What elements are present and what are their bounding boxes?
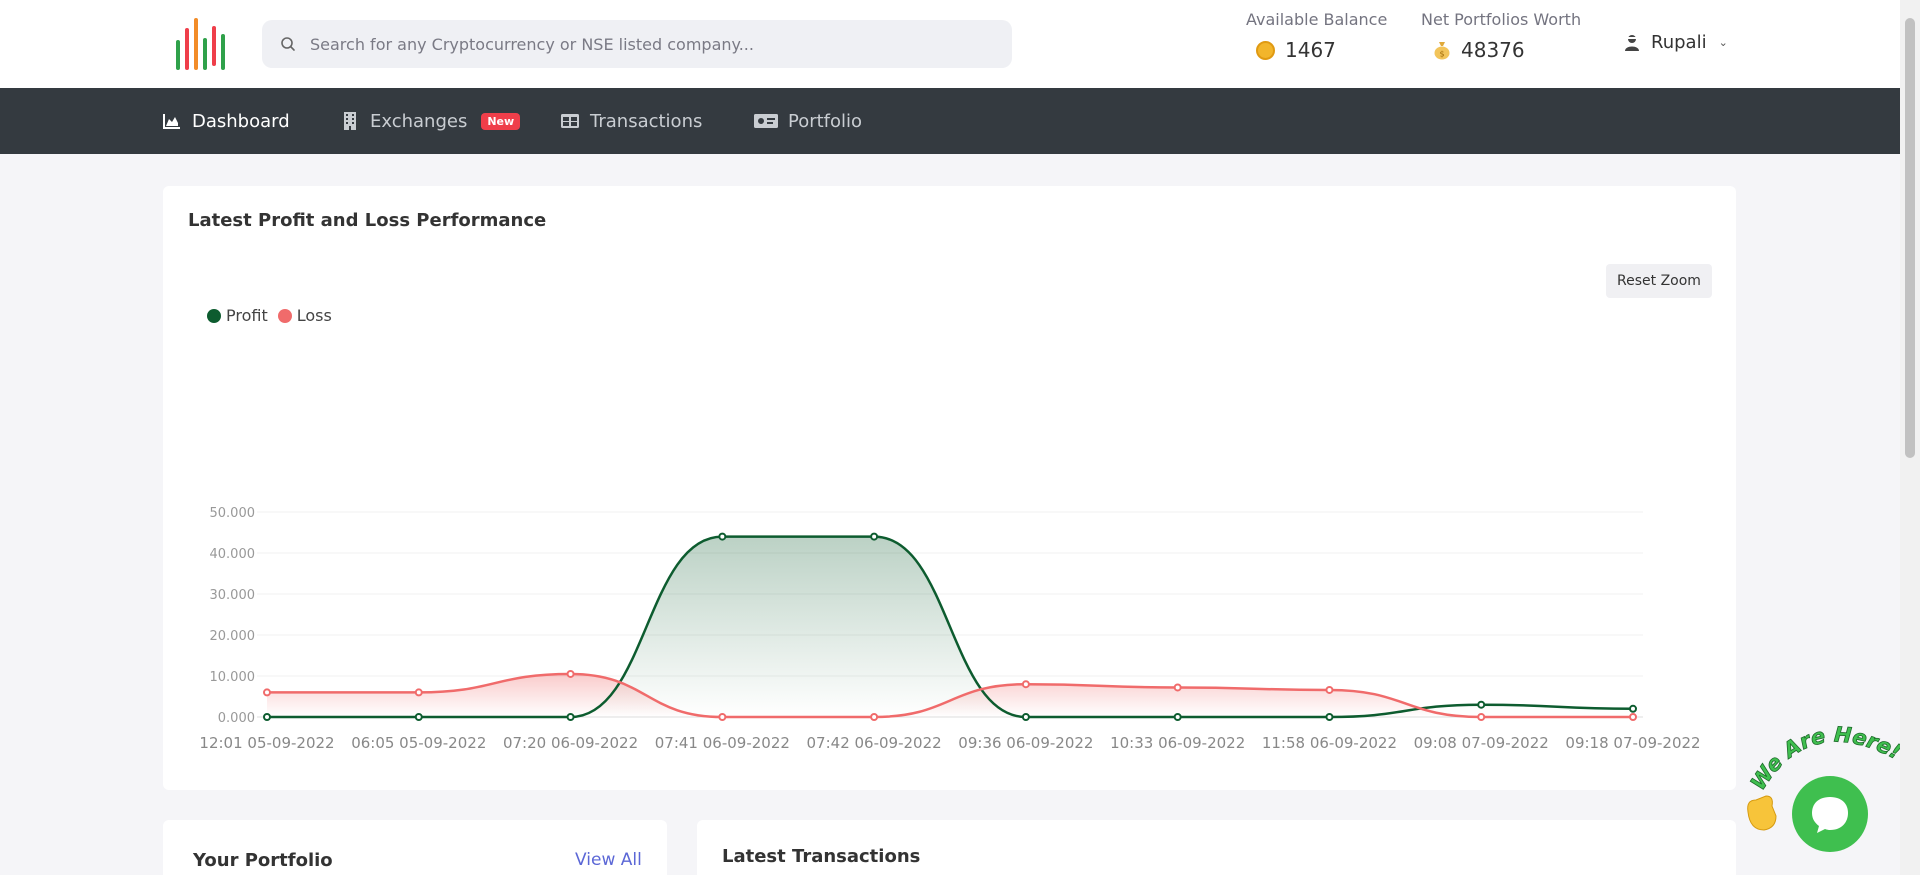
x-tick-label: 12:01 05-09-2022: [199, 734, 334, 752]
y-axis-ticks: 0.000 10.000 20.000 30.000 40.000 50.000: [210, 506, 256, 726]
portfolio-card-title: Your Portfolio: [193, 850, 333, 871]
data-point-profit[interactable]: [566, 713, 575, 721]
chevron-down-icon: ⌄: [1718, 36, 1728, 49]
nav-transactions-label: Transactions: [590, 110, 703, 132]
legend-loss-label: Loss: [296, 306, 332, 325]
new-badge: New: [481, 112, 521, 130]
user-name: Rupali: [1651, 32, 1707, 53]
x-tick-label: 10:33 06-09-2022: [1110, 734, 1245, 752]
user-icon: [1625, 34, 1639, 51]
table-icon: [561, 114, 579, 128]
nav-portfolio-label: Portfolio: [788, 110, 863, 132]
search-icon: [281, 37, 295, 51]
data-point-profit[interactable]: [1021, 713, 1030, 721]
data-point-profit[interactable]: [414, 713, 423, 721]
legend-loss[interactable]: Loss: [277, 306, 332, 325]
nav-exchanges[interactable]: Exchanges New: [340, 88, 521, 154]
data-point-loss[interactable]: [1325, 685, 1334, 694]
nav-dashboard-label: Dashboard: [192, 110, 290, 132]
coin-icon: [1256, 40, 1275, 60]
data-point-loss[interactable]: [263, 688, 271, 697]
chat-bubble-icon: [1812, 797, 1848, 833]
x-tick-label: 06:05 05-09-2022: [351, 734, 486, 752]
data-point-profit[interactable]: [870, 532, 879, 541]
data-point-loss[interactable]: [414, 688, 423, 697]
data-point-loss[interactable]: [1629, 713, 1637, 721]
app-logo[interactable]: [172, 16, 232, 74]
data-point-loss[interactable]: [1477, 713, 1486, 721]
chart-card-title: Latest Profit and Loss Performance: [188, 210, 547, 231]
data-point-profit[interactable]: [1173, 713, 1182, 721]
nav-exchanges-label: Exchanges: [370, 110, 468, 132]
legend-profit-marker: [207, 308, 221, 323]
data-point-profit[interactable]: [1477, 700, 1486, 709]
nav-portfolio[interactable]: Portfolio: [754, 88, 862, 154]
legend-profit[interactable]: Profit: [207, 306, 268, 325]
search-input[interactable]: [310, 34, 990, 54]
data-point-profit[interactable]: [1629, 704, 1637, 713]
nav-transactions[interactable]: Transactions: [560, 88, 702, 154]
building-icon: [344, 112, 356, 130]
svg-text:$: $: [1439, 50, 1444, 59]
x-tick-label: 07:41 06-09-2022: [655, 734, 790, 752]
user-menu[interactable]: Rupali ⌄: [1623, 32, 1728, 53]
data-point-loss[interactable]: [870, 713, 879, 721]
net-worth-label: Net Portfolios Worth: [1421, 10, 1582, 29]
x-tick-label: 11:58 06-09-2022: [1262, 734, 1397, 752]
chat-button[interactable]: [1792, 776, 1868, 852]
available-balance-label: Available Balance: [1246, 10, 1388, 29]
money-bag-icon: $: [1434, 42, 1450, 60]
data-point-loss[interactable]: [566, 669, 575, 678]
data-point-profit[interactable]: [718, 532, 727, 541]
latest-transactions-card: Latest Transactions: [697, 820, 1736, 875]
data-point-profit[interactable]: [263, 713, 271, 721]
net-worth-value: 48376: [1461, 38, 1525, 62]
x-tick-label: 09:36 06-09-2022: [958, 734, 1093, 752]
main-navigation: Dashboard Exchanges New Transactions Por…: [0, 88, 1900, 154]
waving-hand-icon: [1747, 795, 1777, 831]
nav-dashboard[interactable]: Dashboard: [162, 88, 290, 154]
data-point-loss[interactable]: [1021, 680, 1030, 689]
y-tick-label: 30.000: [210, 588, 256, 603]
view-all-link[interactable]: View All: [575, 850, 642, 870]
money-bill-icon: [754, 114, 778, 128]
scrollbar-thumb[interactable]: [1905, 18, 1915, 458]
net-portfolio-worth: Net Portfolios Worth $ 48376: [1421, 10, 1581, 62]
reset-zoom-button[interactable]: Reset Zoom: [1606, 264, 1712, 298]
your-portfolio-card: Your Portfolio View All: [163, 820, 667, 875]
top-header: Available Balance 1467 Net Portfolios Wo…: [0, 0, 1900, 88]
area-chart-icon: [163, 114, 180, 129]
x-tick-label: 09:18 07-09-2022: [1565, 734, 1700, 752]
x-tick-label: 07:20 06-09-2022: [503, 734, 638, 752]
available-balance: Available Balance 1467: [1246, 10, 1387, 62]
data-point-loss[interactable]: [1173, 683, 1182, 692]
y-tick-label: 40.000: [210, 547, 256, 562]
y-tick-label: 10.000: [210, 670, 256, 685]
data-point-profit[interactable]: [1325, 713, 1334, 721]
page-scrollbar[interactable]: [1900, 0, 1920, 875]
transactions-card-title: Latest Transactions: [722, 846, 921, 867]
profit-loss-card: Latest Profit and Loss Performance Reset…: [163, 186, 1736, 790]
y-tick-label: 20.000: [210, 629, 256, 644]
legend-loss-marker: [277, 308, 292, 323]
legend-profit-label: Profit: [226, 306, 268, 325]
chart-legend: Profit Loss: [207, 306, 332, 325]
profit-loss-chart[interactable]: 0.000 10.000 20.000 30.000 40.000 50.000 12:0…: [163, 336, 1736, 766]
x-tick-label: 09:08 07-09-2022: [1414, 734, 1549, 752]
x-tick-label: 07:42 06-09-2022: [807, 734, 942, 752]
available-balance-value: 1467: [1285, 38, 1336, 62]
data-point-loss[interactable]: [718, 713, 727, 721]
y-tick-label: 0.000: [218, 711, 255, 726]
x-axis-ticks: 12:01 05-09-2022 06:05 05-09-2022 07:20 06…: [199, 734, 1700, 752]
y-tick-label: 50.000: [210, 506, 256, 521]
search-bar[interactable]: [262, 20, 1012, 68]
